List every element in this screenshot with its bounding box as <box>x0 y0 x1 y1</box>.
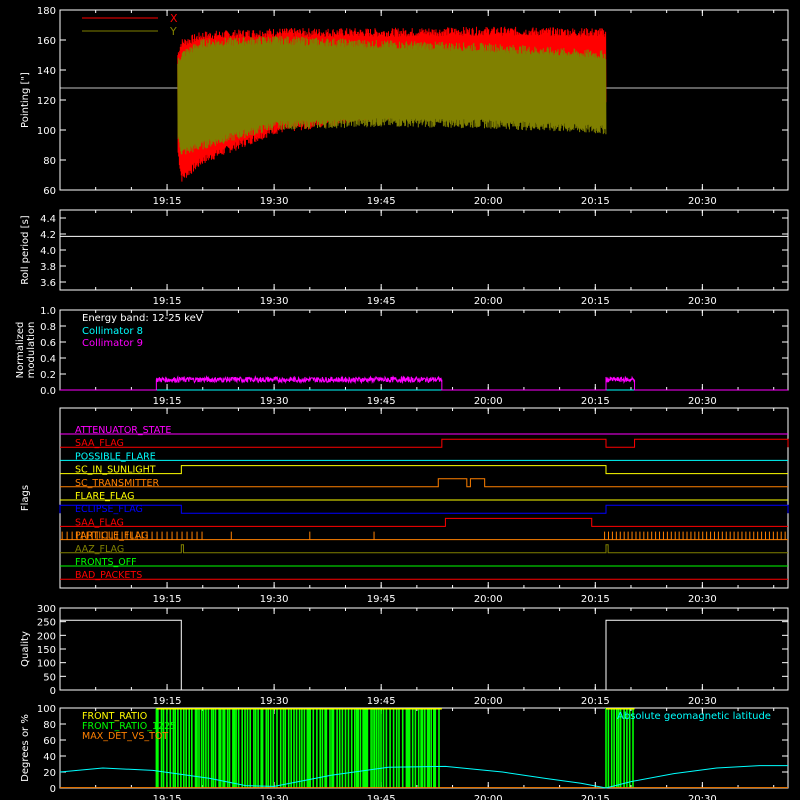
roll-ytick-label: 4.4 <box>40 214 56 225</box>
pointing-ytick-label: 80 <box>43 156 56 167</box>
ratios-ylabel: Degrees or % <box>20 714 31 782</box>
ratios-xtick-label: 19:15 <box>153 794 182 800</box>
quality-ytick-label: 250 <box>37 618 56 629</box>
modulation-ytick-label: 0.0 <box>40 386 56 397</box>
ratios-right-legend: Absolute geomagnetic latitude <box>617 711 771 722</box>
quality-ytick-label: 100 <box>37 659 56 670</box>
quality-ytick-label: 50 <box>43 672 56 683</box>
roll-xtick-label: 19:15 <box>153 296 182 307</box>
pointing-ytick-label: 60 <box>43 186 56 197</box>
ratios-xtick-label: 20:30 <box>688 794 717 800</box>
ratios-ytick-label: 40 <box>43 752 56 763</box>
quality-ylabel: Quality <box>20 631 31 667</box>
ratios-xtick-label: 19:30 <box>260 794 289 800</box>
quality-xtick-label: 20:30 <box>688 696 717 707</box>
pointing-ytick-label: 100 <box>37 126 56 137</box>
ratios-legend-item: MAX_DET_VS_TOT <box>82 731 168 742</box>
pointing-xtick-label: 19:45 <box>367 196 396 207</box>
flags-xtick-label: 20:30 <box>688 594 717 605</box>
modulation-annotation: Energy band: 12-25 keV <box>82 313 203 324</box>
ratios-xtick-label: 20:15 <box>581 794 610 800</box>
flags-xtick-label: 20:15 <box>581 594 610 605</box>
flag-label: ECLIPSE_FLAG <box>75 504 143 515</box>
quality-xtick-label: 20:00 <box>474 696 503 707</box>
pointing-ytick-label: 180 <box>37 6 56 17</box>
pointing-xtick-label: 20:30 <box>688 196 717 207</box>
flags-xtick-label: 19:30 <box>260 594 289 605</box>
modulation-ytick-label: 0.6 <box>40 338 56 349</box>
pointing-ytick-label: 140 <box>37 66 56 77</box>
roll-ytick-label: 3.6 <box>40 278 56 289</box>
ratios-ytick-label: 100 <box>37 704 56 715</box>
modulation-legend-item: Collimator 8 <box>82 326 143 337</box>
quality-ytick-label: 300 <box>37 604 56 615</box>
quality-ytick-label: 0 <box>50 686 56 697</box>
modulation-ytick-label: 0.4 <box>40 354 56 365</box>
flags-xtick-label: 19:15 <box>153 594 182 605</box>
quality-xtick-label: 19:15 <box>153 696 182 707</box>
pointing-xtick-label: 20:00 <box>474 196 503 207</box>
roll-ylabel: Roll period [s] <box>20 215 31 284</box>
modulation-xtick-label: 19:45 <box>367 396 396 407</box>
roll-ytick-label: 3.8 <box>40 262 56 273</box>
pointing-ylabel: Pointing ["] <box>20 72 31 128</box>
quality-ytick-label: 150 <box>37 645 56 656</box>
pointing-legend-y: Y <box>169 25 177 38</box>
quality-xtick-label: 19:45 <box>367 696 396 707</box>
pointing-xtick-label: 19:30 <box>260 196 289 207</box>
flags-ylabel: Flags <box>20 485 31 511</box>
pointing-xtick-label: 19:15 <box>153 196 182 207</box>
quality-xtick-label: 19:30 <box>260 696 289 707</box>
ratios-xtick-label: 20:00 <box>474 794 503 800</box>
modulation-xtick-label: 20:15 <box>581 396 610 407</box>
ratios-xtick-label: 19:45 <box>367 794 396 800</box>
quality-ytick-label: 200 <box>37 631 56 642</box>
modulation-xtick-label: 19:15 <box>153 396 182 407</box>
modulation-xtick-label: 19:30 <box>260 396 289 407</box>
modulation-ytick-label: 0.2 <box>40 370 56 381</box>
pointing-xtick-label: 20:15 <box>581 196 610 207</box>
modulation-ytick-label: 1.0 <box>40 306 56 317</box>
modulation-xtick-label: 20:30 <box>688 396 717 407</box>
flags-xtick-label: 20:00 <box>474 594 503 605</box>
roll-xtick-label: 19:45 <box>367 296 396 307</box>
ratios-ytick-label: 60 <box>43 736 56 747</box>
modulation-xtick-label: 20:00 <box>474 396 503 407</box>
modulation-ylabel: modulation <box>26 322 37 379</box>
roll-xtick-label: 20:30 <box>688 296 717 307</box>
ratios-ytick-label: 20 <box>43 768 56 779</box>
roll-xtick-label: 20:00 <box>474 296 503 307</box>
quality-xtick-label: 20:15 <box>581 696 610 707</box>
pointing-ytick-label: 160 <box>37 36 56 47</box>
ratios-ytick-label: 80 <box>43 720 56 731</box>
pointing-legend-x: X <box>170 12 178 25</box>
roll-ytick-label: 4.0 <box>40 246 56 257</box>
modulation-ytick-label: 0.8 <box>40 322 56 333</box>
ratios-ytick-label: 0 <box>50 784 56 795</box>
modulation-legend-item: Collimator 9 <box>82 338 143 349</box>
plot-canvas: 19:15 19:30 19:45 20:00 20:15 20:30 60 80 100 120… <box>0 0 800 800</box>
roll-ytick-label: 4.2 <box>40 230 56 241</box>
modulation-ylabel: Normalized <box>15 322 26 379</box>
roll-xtick-label: 20:15 <box>581 296 610 307</box>
pointing-ytick-label: 120 <box>37 96 56 107</box>
roll-xtick-label: 19:30 <box>260 296 289 307</box>
flags-xtick-label: 19:45 <box>367 594 396 605</box>
